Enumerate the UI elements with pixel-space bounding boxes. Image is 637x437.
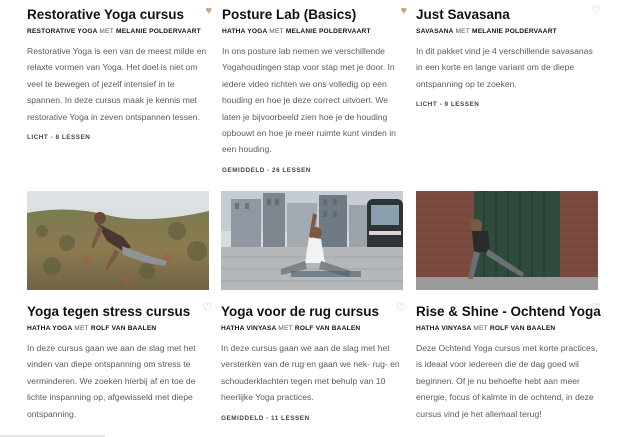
course-level: GEMIDDELD - 26 LESSEN bbox=[222, 166, 311, 174]
course-meta: HATHA VINYASA MET ROLF VAN BAALEN bbox=[416, 324, 598, 333]
course-description: Deze Ochtend Yoga cursus met korte pract… bbox=[416, 343, 598, 419]
course-photo-rise-shine[interactable] bbox=[416, 191, 598, 290]
meta-met: MET bbox=[99, 28, 114, 35]
meta-met: MET bbox=[278, 325, 293, 332]
course-category: RESTORATIVE YOGA bbox=[27, 28, 98, 35]
meta-met: MET bbox=[269, 28, 284, 35]
course-title[interactable]: Posture Lab (Basics) bbox=[222, 6, 404, 23]
course-category: HATHA YOGA bbox=[27, 325, 73, 332]
course-level: LICHT - 9 LESSEN bbox=[416, 101, 480, 109]
meta-met: MET bbox=[74, 325, 89, 332]
course-description: In deze cursus gaan we aan de slag met h… bbox=[221, 343, 400, 403]
course-card-stress[interactable]: Yoga tegen stress cursus ♡ HATHA YOGA ME… bbox=[27, 303, 212, 431]
course-title[interactable]: Restorative Yoga cursus bbox=[27, 6, 209, 23]
course-description: In deze cursus gaan we aan de slag met h… bbox=[27, 343, 196, 419]
man-standing-balance-pose-photo bbox=[416, 191, 598, 290]
course-level: LICHT - 8 LESSEN bbox=[27, 134, 91, 142]
heart-outline-icon[interactable]: ♡ bbox=[202, 303, 212, 314]
course-teacher: ROLF VAN BAALEN bbox=[90, 325, 157, 332]
course-title[interactable]: Yoga tegen stress cursus bbox=[27, 303, 209, 320]
heart-filled-icon[interactable]: ♥ bbox=[400, 6, 407, 17]
course-photo-rug[interactable] bbox=[221, 191, 403, 290]
course-title[interactable]: Rise & Shine - Ochtend Yoga bbox=[416, 303, 601, 320]
course-meta: RESTORATIVE YOGA MET MELANIE POLDERVAART bbox=[27, 27, 209, 36]
course-teacher: MELANIE POLDERVAART bbox=[116, 28, 201, 35]
course-category: SAVASANA bbox=[416, 28, 454, 35]
course-category: HATHA YOGA bbox=[222, 28, 268, 35]
course-meta: HATHA YOGA MET MELANIE POLDERVAART bbox=[222, 27, 404, 36]
course-description: In ons posture lab nemen we verschillend… bbox=[222, 46, 396, 155]
course-meta: HATHA VINYASA MET ROLF VAN BAALEN bbox=[221, 324, 403, 333]
course-card-rise-shine[interactable]: Rise & Shine - Ochtend Yoga ♡ HATHA VINY… bbox=[416, 303, 601, 431]
course-teacher: ROLF VAN BAALEN bbox=[294, 325, 361, 332]
course-card-posture-lab[interactable]: Posture Lab (Basics) ♥ HATHA YOGA MET ME… bbox=[222, 6, 407, 174]
course-description: In dit pakket vind je 4 verschillende sa… bbox=[416, 46, 593, 89]
course-teacher: MELANIE POLDERVAART bbox=[285, 28, 371, 35]
heart-filled-icon[interactable]: ♥ bbox=[205, 6, 212, 17]
course-teacher: MELANIE POLDERVAART bbox=[472, 28, 557, 35]
course-level: GEMIDDELD - 11 LESSEN bbox=[221, 414, 310, 422]
course-teacher: ROLF VAN BAALEN bbox=[489, 325, 556, 332]
man-stretching-in-field-photo bbox=[27, 191, 209, 290]
heart-outline-icon[interactable]: ♡ bbox=[396, 303, 406, 314]
heart-outline-icon[interactable]: ♡ bbox=[591, 6, 601, 17]
course-meta: SAVASANA MET MELANIE POLDERVAART bbox=[416, 27, 598, 36]
course-title[interactable]: Yoga voor de rug cursus bbox=[221, 303, 403, 320]
course-category: HATHA VINYASA bbox=[221, 325, 277, 332]
heart-outline-icon[interactable]: ♡ bbox=[591, 303, 601, 314]
course-category: HATHA VINYASA bbox=[416, 325, 472, 332]
course-card-rug[interactable]: Yoga voor de rug cursus ♡ HATHA VINYASA … bbox=[221, 303, 406, 422]
course-description: Restorative Yoga is een van de meest mil… bbox=[27, 46, 207, 122]
course-photo-stress[interactable] bbox=[27, 191, 209, 290]
course-card-just-savasana[interactable]: Just Savasana ♡ SAVASANA MET MELANIE POL… bbox=[416, 6, 601, 109]
course-card-restorative[interactable]: Restorative Yoga cursus ♥ RESTORATIVE YO… bbox=[27, 6, 212, 142]
meta-met: MET bbox=[455, 28, 470, 35]
meta-met: MET bbox=[473, 325, 488, 332]
course-meta: HATHA YOGA MET ROLF VAN BAALEN bbox=[27, 324, 209, 333]
course-title[interactable]: Just Savasana bbox=[416, 6, 598, 23]
man-stretching-on-street-photo bbox=[221, 191, 403, 290]
